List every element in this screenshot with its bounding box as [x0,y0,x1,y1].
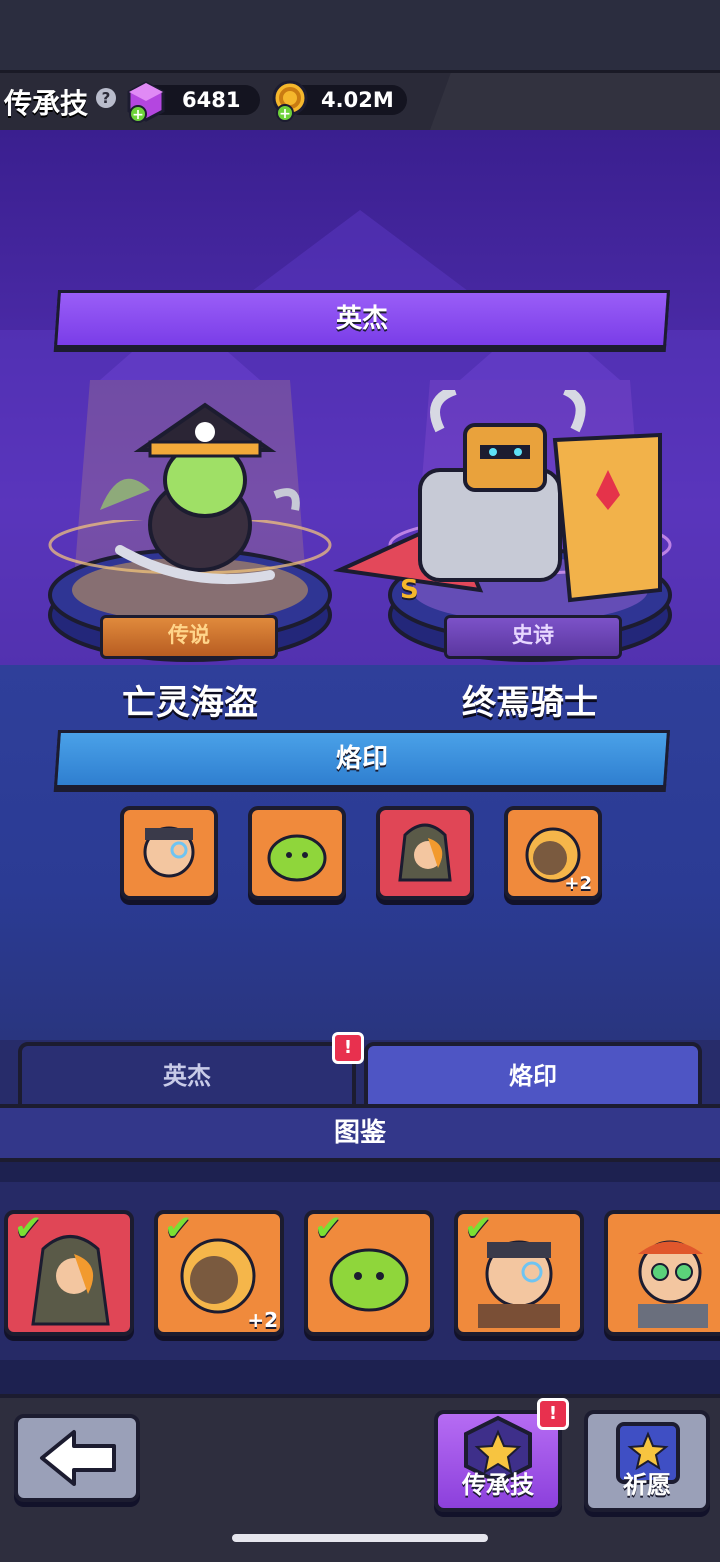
gem-icon[interactable]: + [124,80,168,124]
epic-tag: 史诗 [444,615,622,659]
heroes-banner: 英杰 [53,290,671,348]
bandit-portrait [143,826,195,878]
owned-check-icon: ✔ [314,1210,343,1248]
resource-bar-accent [430,73,720,130]
inherit-alert-badge: ! [537,1398,569,1430]
brand-slot-1[interactable] [120,806,218,900]
legendary-tag: 传说 [100,615,278,659]
engineer-portrait [638,1240,708,1328]
rank-badge: S [400,575,419,605]
back-button[interactable] [14,1414,140,1502]
help-icon[interactable]: ? [96,88,116,108]
page-title: 传承技 [4,87,89,120]
wish-label: 祈愿 [623,1471,671,1499]
brand-slot-4-count: +2 [564,873,592,894]
brand-slot-3[interactable] [376,806,474,900]
inherit-skill-label: 传承技 [462,1471,534,1499]
owned-check-icon: ✔ [14,1210,43,1248]
home-indicator [232,1534,488,1542]
collection-card-1[interactable]: ✔ [4,1210,134,1336]
top-strip [0,0,720,70]
hooded-rogue-portrait [398,823,452,882]
brand-slot-4[interactable]: +2 [504,806,602,900]
owned-check-icon: ✔ [464,1210,493,1248]
collection-card-2-count: +2 [247,1308,278,1332]
collection-card-3[interactable]: ✔ [304,1210,434,1336]
coin-value: 4.02M [321,88,394,112]
svg-text:+: + [279,106,291,122]
tab-alert-badge: ! [332,1032,364,1064]
owned-check-icon: ✔ [164,1210,193,1248]
brands-banner: 烙印 [53,730,671,788]
heroes-banner-label: 英杰 [335,304,388,334]
slime-portrait [267,834,327,882]
collection-card-5[interactable] [604,1210,720,1336]
coin-icon[interactable]: + [270,78,314,124]
right-hero-name: 终焉骑士 [462,683,598,723]
arrow-left-icon [40,1430,116,1486]
brands-banner-label: 烙印 [335,744,388,774]
doom-knight-portrait[interactable] [330,390,670,610]
collection-header: 图鉴 [0,1104,720,1162]
tab-heroes[interactable]: 英杰 [18,1042,356,1110]
tab-brands[interactable]: 烙印 [364,1042,702,1110]
collection-card-2[interactable]: ✔ +2 [154,1210,284,1336]
wish-button[interactable]: 祈愿 [584,1410,710,1512]
brand-slot-2[interactable] [248,806,346,900]
left-hero-name: 亡灵海盗 [122,683,258,723]
collection-card-4[interactable]: ✔ [454,1210,584,1336]
undead-pirate-portrait[interactable] [80,400,310,600]
gem-value: 6481 [182,88,241,112]
svg-text:+: + [132,107,144,123]
